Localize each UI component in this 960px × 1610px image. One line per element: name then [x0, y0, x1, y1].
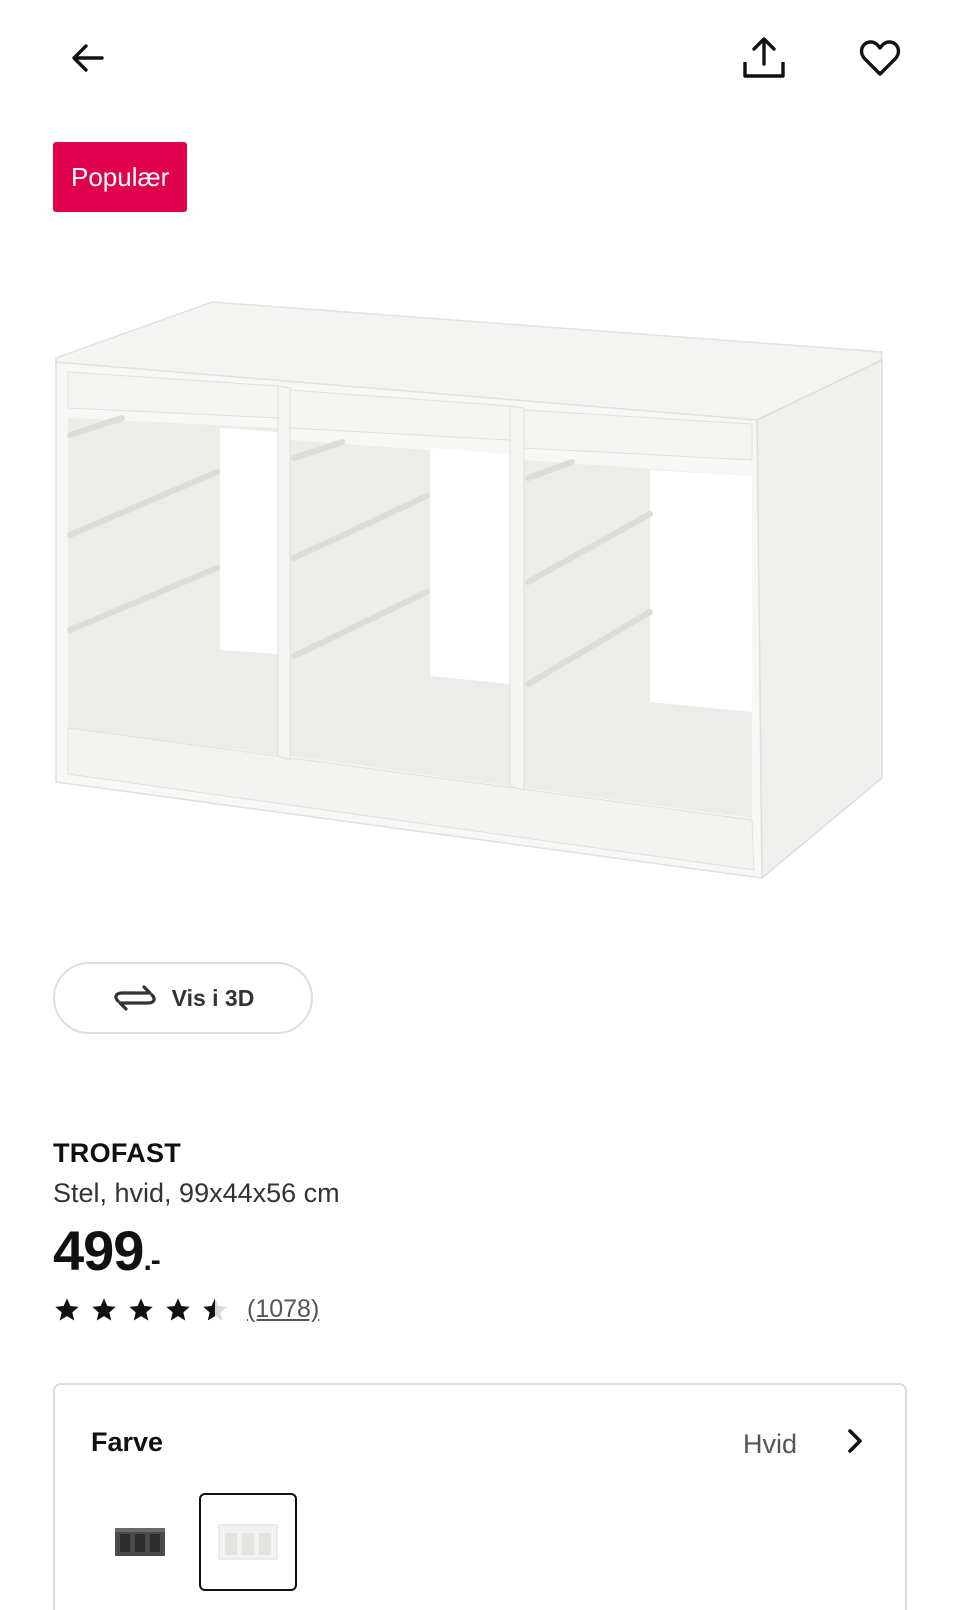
half-star-icon [203, 1297, 227, 1320]
white-shelf-thumbnail [218, 1524, 278, 1560]
view-in-3d-label: Vis i 3D [171, 984, 255, 1011]
star-icon [166, 1297, 190, 1320]
popular-badge: Populær [53, 142, 188, 212]
star-icon [129, 1297, 153, 1320]
gray-shelf-thumbnail [115, 1528, 165, 1556]
product-page: Populær Vis i 3D TROFAST Stel, hvid, 99x… [0, 0, 960, 1610]
color-option-gray[interactable] [91, 1493, 189, 1591]
price-value: 499 [53, 1219, 144, 1282]
rating-stars [53, 1296, 229, 1324]
color-selected-value: Hvid [742, 1429, 797, 1459]
color-selector[interactable]: Farve Hvid [53, 1383, 907, 1610]
product-image[interactable] [52, 300, 912, 910]
view-in-3d-button[interactable]: Vis i 3D [53, 962, 313, 1034]
review-count-link[interactable]: (1078) [247, 1295, 319, 1324]
arrow-left-icon [72, 44, 104, 72]
chevron-right-icon [848, 1429, 862, 1453]
product-description: Stel, hvid, 99x44x56 cm [53, 1178, 340, 1208]
price-suffix: .- [143, 1244, 160, 1277]
heart-icon [859, 40, 901, 76]
favorite-button[interactable] [852, 30, 908, 86]
star-icon [92, 1297, 116, 1320]
product-price: 499.- [53, 1218, 161, 1283]
color-option-white[interactable] [199, 1493, 297, 1591]
rotate-icon [113, 985, 156, 1011]
back-button[interactable] [60, 30, 116, 86]
product-name: TROFAST [53, 1138, 182, 1168]
star-icon [55, 1297, 79, 1320]
color-title: Farve [91, 1427, 164, 1457]
rating[interactable]: (1078) [53, 1295, 319, 1324]
share-icon [743, 37, 785, 78]
share-button[interactable] [736, 30, 792, 86]
color-chevron-button[interactable] [835, 1421, 875, 1461]
